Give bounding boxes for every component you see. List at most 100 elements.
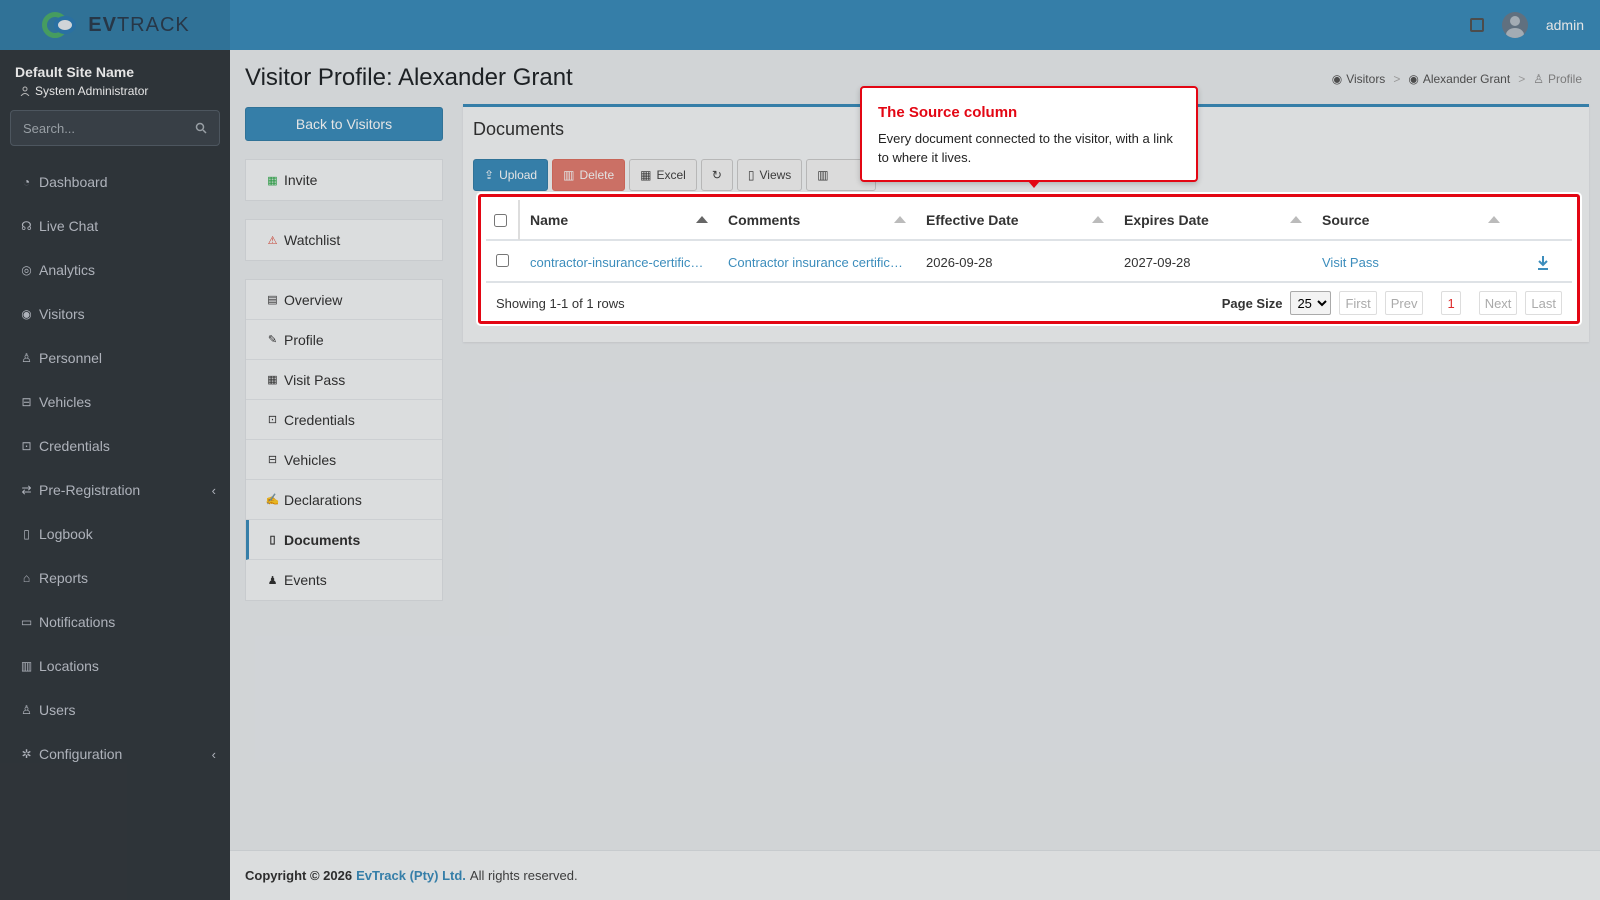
arrows-icon: ⇄ — [21, 483, 32, 497]
select-all-checkbox[interactable] — [494, 213, 507, 227]
breadcrumb-label: Visitors — [1346, 72, 1386, 86]
avatar[interactable] — [1501, 12, 1528, 38]
document-comments-link[interactable]: Contractor insurance certific… — [728, 255, 903, 270]
next-page-button[interactable]: Next — [1478, 291, 1518, 315]
menu-profile[interactable]: ✎ Profile — [246, 320, 442, 360]
building-icon: ▥ — [20, 659, 33, 673]
sidebar-item-vehicles[interactable]: ⊟ Vehicles — [0, 380, 230, 424]
sort-icon — [1092, 216, 1104, 223]
footer-rights: All rights reserved. — [469, 868, 578, 883]
watchlist-button[interactable]: ⚠ Watchlist — [246, 220, 442, 260]
car-icon: ⊟ — [21, 395, 32, 409]
current-page-button[interactable]: 1 — [1441, 291, 1461, 315]
callout-body: Every document connected to the visitor,… — [878, 131, 1173, 165]
breadcrumb-visitor[interactable]: ◉ Alexander Grant — [1408, 72, 1510, 86]
menu-label: Vehicles — [284, 451, 337, 468]
upload-button[interactable]: ⇪ Upload — [473, 159, 549, 191]
sidebar-item-logbook[interactable]: ▯ Logbook — [0, 512, 230, 556]
sidebar-item-label: Vehicles — [39, 394, 92, 410]
last-page-button[interactable]: Last — [1525, 291, 1562, 315]
column-header-name[interactable]: Name — [520, 200, 718, 240]
sort-icon — [894, 216, 906, 223]
sidebar-item-personnel[interactable]: ♙ Personnel — [0, 336, 230, 380]
document-name-link[interactable]: contractor-insurance-certific… — [530, 255, 703, 270]
sidebar-item-label: Live Chat — [39, 218, 99, 234]
eye-icon: ◉ — [1408, 72, 1419, 86]
sidebar-item-locations[interactable]: ▥ Locations — [0, 644, 230, 688]
sidebar-item-label: Pre-Registration — [39, 482, 141, 498]
breadcrumb-visitors[interactable]: ◉ Visitors — [1332, 72, 1386, 86]
sidebar-item-pre-registration[interactable]: ⇄ Pre-Registration ‹ — [0, 468, 230, 512]
sidebar-item-dashboard[interactable]: ◔ Dashboard — [0, 160, 230, 204]
search-icon[interactable] — [195, 122, 207, 134]
eye-icon: ◉ — [1331, 72, 1343, 86]
chevron-left-icon: ‹ — [211, 482, 216, 498]
person-walking-icon: ♟ — [267, 574, 278, 587]
sidebar-item-visitors[interactable]: ◉ Visitors — [0, 292, 230, 336]
gauge-icon: ◔ — [22, 175, 31, 189]
breadcrumb: ◉ Visitors > ◉ Alexander Grant > ♙ Profile — [1332, 72, 1582, 86]
sidebar-item-configuration[interactable]: ✲ Configuration ‹ — [0, 732, 230, 776]
prev-page-button[interactable]: Prev — [1384, 291, 1424, 315]
cog-icon: ✲ — [21, 747, 32, 761]
sidebar-item-analytics[interactable]: ◎ Analytics — [0, 248, 230, 292]
headset-icon: ☊ — [21, 219, 32, 233]
table-header: Name Comments Effective Date Expires Dat… — [486, 200, 1572, 241]
sidebar-item-label: Reports — [39, 570, 89, 586]
menu-visit-pass[interactable]: ▦ Visit Pass — [246, 360, 442, 400]
download-icon[interactable] — [1536, 255, 1550, 271]
column-header-label: Expires Date — [1124, 212, 1209, 228]
delete-button[interactable]: ▥ Delete — [552, 159, 626, 191]
sidebar-item-users[interactable]: ♙ Users — [0, 688, 230, 732]
id-badge-icon: ⊡ — [267, 414, 278, 426]
sort-asc-icon — [696, 216, 708, 223]
source-link[interactable]: Visit Pass — [1322, 255, 1379, 270]
profile-side-menu: Back to Visitors ▦ Invite ⚠ Watchlist ▤ Ove… — [245, 107, 443, 601]
sidebar-item-reports[interactable]: ⌂ Reports — [0, 556, 230, 600]
sidebar-item-notifications[interactable]: ▭ Notifications — [0, 600, 230, 644]
bookmark-icon: ▯ — [747, 168, 755, 182]
pagination-info: Showing 1-1 of 1 rows — [496, 295, 625, 311]
callout-arrow — [1028, 181, 1040, 188]
page-size-select[interactable]: 25 — [1290, 291, 1332, 315]
breadcrumb-profile: ♙ Profile — [1533, 72, 1582, 86]
menu-label: Visit Pass — [284, 371, 346, 388]
menu-documents[interactable]: ▯ Documents — [246, 520, 442, 560]
column-header-expires-date[interactable]: Expires Date — [1114, 200, 1312, 240]
table-footer: Showing 1-1 of 1 rows Page Size 25 First… — [486, 285, 1572, 321]
back-to-visitors-button[interactable]: Back to Visitors — [245, 107, 443, 141]
menu-overview[interactable]: ▤ Overview — [246, 280, 442, 320]
user-menu-name[interactable]: admin — [1546, 17, 1584, 33]
documents-table: Name Comments Effective Date Expires Dat… — [478, 194, 1580, 324]
first-page-button[interactable]: First — [1339, 291, 1377, 315]
views-button[interactable]: ▯ Views — [736, 159, 803, 191]
menu-declarations[interactable]: ✍ Declarations — [246, 480, 442, 520]
sidebar-item-live-chat[interactable]: ☊ Live Chat — [0, 204, 230, 248]
views-label: Views — [759, 168, 792, 182]
file-upload-icon: ⇪ — [484, 168, 495, 182]
refresh-icon: ↻ — [711, 168, 722, 182]
column-header-source[interactable]: Source — [1312, 200, 1570, 240]
logo[interactable]: EVTRACK — [0, 0, 230, 50]
sidebar-nav: ◔ Dashboard ☊ Live Chat ◎ Analytics ◉ Visito… — [0, 160, 230, 776]
menu-events[interactable]: ♟ Events — [246, 560, 442, 600]
footer-company-link[interactable]: EvTrack (Pty) Ltd. — [356, 868, 466, 883]
excel-button[interactable]: ▦ Excel — [629, 159, 697, 191]
calendar-icon: ▦ — [267, 374, 278, 386]
comments-icon: ▭ — [20, 615, 33, 629]
refresh-button[interactable]: ↻ — [700, 159, 733, 191]
invite-button[interactable]: ▦ Invite — [246, 160, 442, 200]
chevron-left-icon: ‹ — [211, 746, 216, 762]
excel-label: Excel — [656, 168, 686, 182]
file-icon: ▯ — [269, 534, 276, 546]
column-header-comments[interactable]: Comments — [718, 200, 916, 240]
menu-credentials[interactable]: ⊡ Credentials — [246, 400, 442, 440]
id-badge-icon: ⊡ — [21, 439, 32, 453]
row-checkbox[interactable] — [496, 254, 509, 267]
sidebar-item-credentials[interactable]: ⊡ Credentials — [0, 424, 230, 468]
book-icon[interactable] — [1469, 18, 1484, 32]
menu-vehicles[interactable]: ⊟ Vehicles — [246, 440, 442, 480]
menu-label: Declarations — [284, 491, 362, 508]
search-input[interactable] — [23, 120, 173, 136]
column-header-effective-date[interactable]: Effective Date — [916, 200, 1114, 240]
